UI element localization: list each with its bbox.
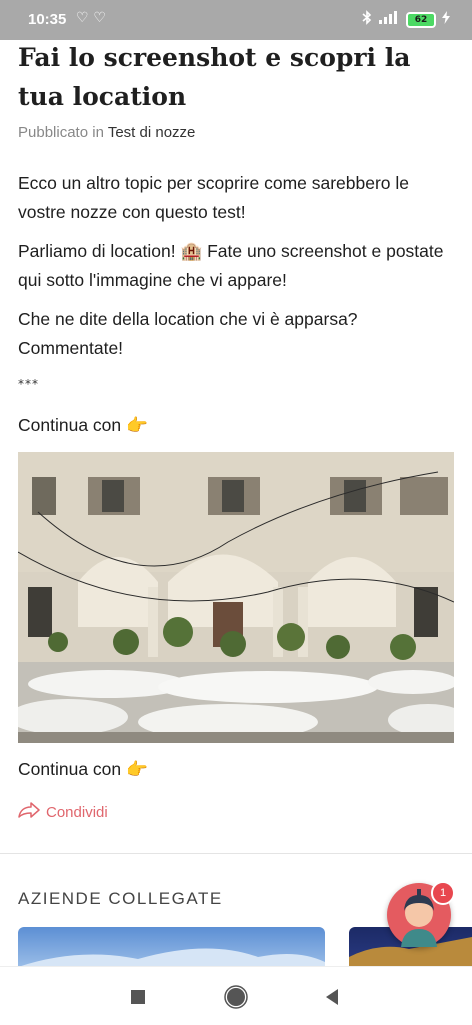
share-label: Condividi [46,803,108,821]
article-title: Fai lo screenshot e scopri la tua locati… [18,43,411,111]
section-divider [0,853,472,854]
status-right-icons: 62 [362,10,450,29]
signal-icon [378,11,400,28]
published-label: Pubblicato [18,124,89,141]
article-paragraph: Parliamo di location! 🏨 Fate uno screens… [18,241,444,290]
home-button[interactable] [222,983,250,1011]
status-time: 10:35 [28,11,67,28]
continue-text: Continua con 👉 [18,415,148,435]
charging-icon [442,11,450,28]
recent-apps-button[interactable] [124,983,152,1011]
article-meta: Pubblicato in Test di nozze [18,124,454,141]
battery-icon: 62 [406,11,436,28]
continue-text: Continua con 👉 [18,759,148,779]
share-arrow-icon [18,802,40,822]
system-nav-bar [0,966,472,1025]
article-paragraph: Ecco un altro topic per scoprire come sa… [18,173,410,222]
share-button[interactable]: Condividi [18,802,454,822]
back-button[interactable] [318,983,346,1011]
notification-heart-icons: ♡ ♡ [76,10,106,26]
related-companies-title: AZIENDE COLLEGATE [18,889,223,908]
location-photo [18,452,454,743]
article-content: Fai lo screenshot e scopri la tua locati… [18,38,454,822]
category-link[interactable]: Test di nozze [108,124,196,141]
bluetooth-icon [362,10,372,29]
separator: *** [18,377,39,391]
in-label: in [92,124,104,141]
notification-badge: 1 [431,881,455,905]
status-bar: 10:35 ♡ ♡ 62 [0,0,472,40]
article-paragraph: Che ne dite della location che vi è appa… [18,309,358,358]
